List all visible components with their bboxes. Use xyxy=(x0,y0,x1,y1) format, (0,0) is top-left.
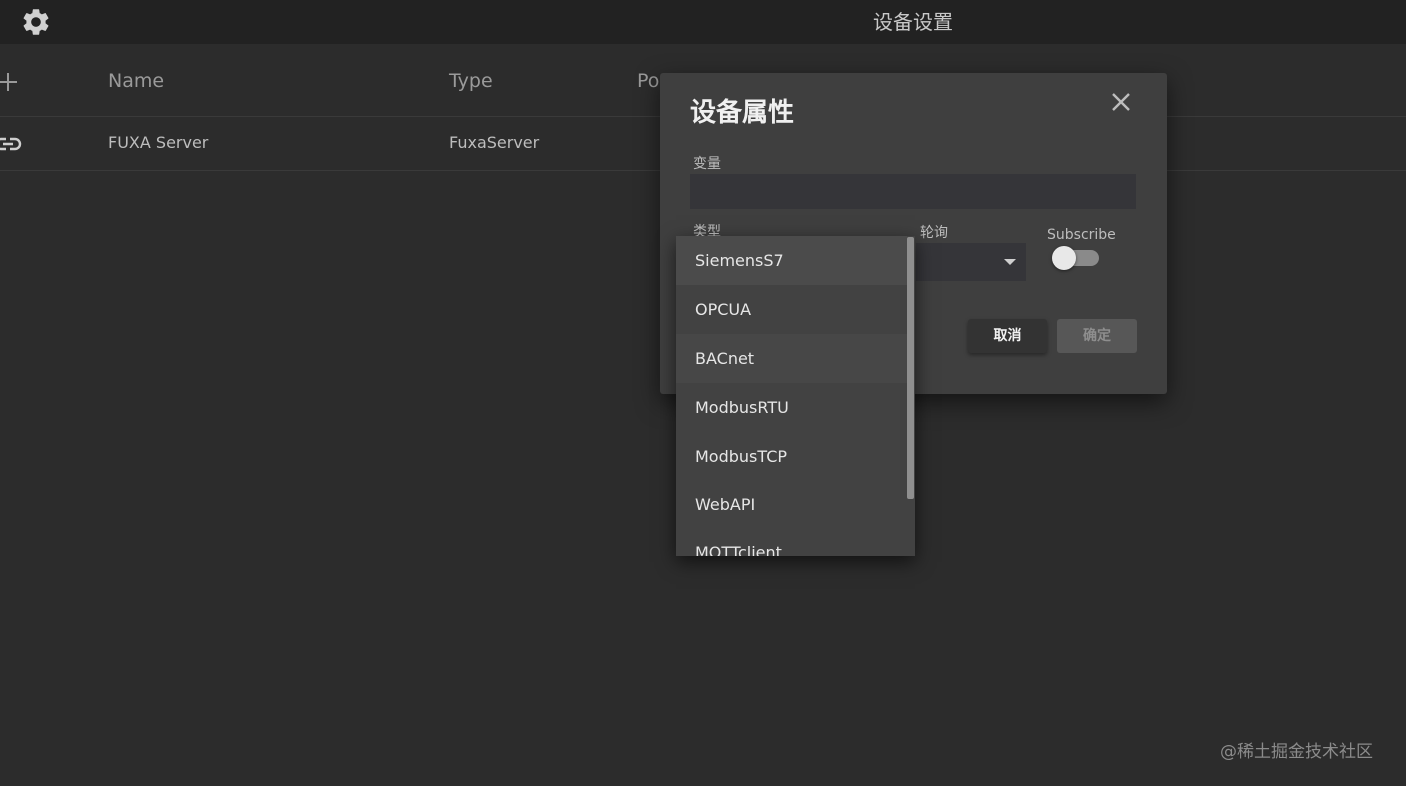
dialog-title: 设备属性 xyxy=(690,98,795,128)
column-header-name[interactable]: Name xyxy=(108,68,164,94)
polling-field-label: 轮询 xyxy=(920,225,948,241)
option-modbus-rtu[interactable]: ModbusRTU xyxy=(676,383,907,432)
option-mqtt-client[interactable]: MQTTclient xyxy=(676,528,907,556)
polling-select[interactable] xyxy=(916,243,1026,281)
dropdown-scrollbar[interactable] xyxy=(907,237,914,499)
option-siemens-s7[interactable]: SiemensS7 xyxy=(676,236,907,285)
device-name-cell: FUXA Server xyxy=(108,133,209,152)
subscribe-label: Subscribe xyxy=(1047,227,1116,243)
option-webapi[interactable]: WebAPI xyxy=(676,480,907,529)
close-icon[interactable] xyxy=(1110,91,1132,113)
chevron-down-icon xyxy=(1004,259,1016,265)
ok-button[interactable]: 确定 xyxy=(1057,319,1137,353)
watermark: @稀土掘金技术社区 xyxy=(1220,742,1373,762)
gear-icon[interactable] xyxy=(20,6,52,38)
top-bar: 设备设置 xyxy=(0,0,1406,44)
column-header-polling[interactable]: Po xyxy=(637,68,659,94)
option-opcua[interactable]: OPCUA xyxy=(676,285,907,334)
toggle-thumb xyxy=(1052,246,1076,270)
type-dropdown: SiemensS7 OPCUA BACnet ModbusRTU ModbusT… xyxy=(676,236,915,556)
cancel-button[interactable]: 取消 xyxy=(968,319,1047,353)
device-type-cell: FuxaServer xyxy=(449,133,540,152)
option-bacnet[interactable]: BACnet xyxy=(676,334,907,383)
option-modbus-tcp[interactable]: ModbusTCP xyxy=(676,432,907,481)
subscribe-toggle[interactable] xyxy=(1052,246,1099,270)
page-title: 设备设置 xyxy=(873,10,953,34)
name-field-label: 变量 xyxy=(693,156,721,172)
column-header-type[interactable]: Type xyxy=(449,68,493,94)
link-icon xyxy=(0,137,22,151)
plus-icon[interactable] xyxy=(0,70,20,94)
name-field[interactable] xyxy=(690,174,1136,209)
